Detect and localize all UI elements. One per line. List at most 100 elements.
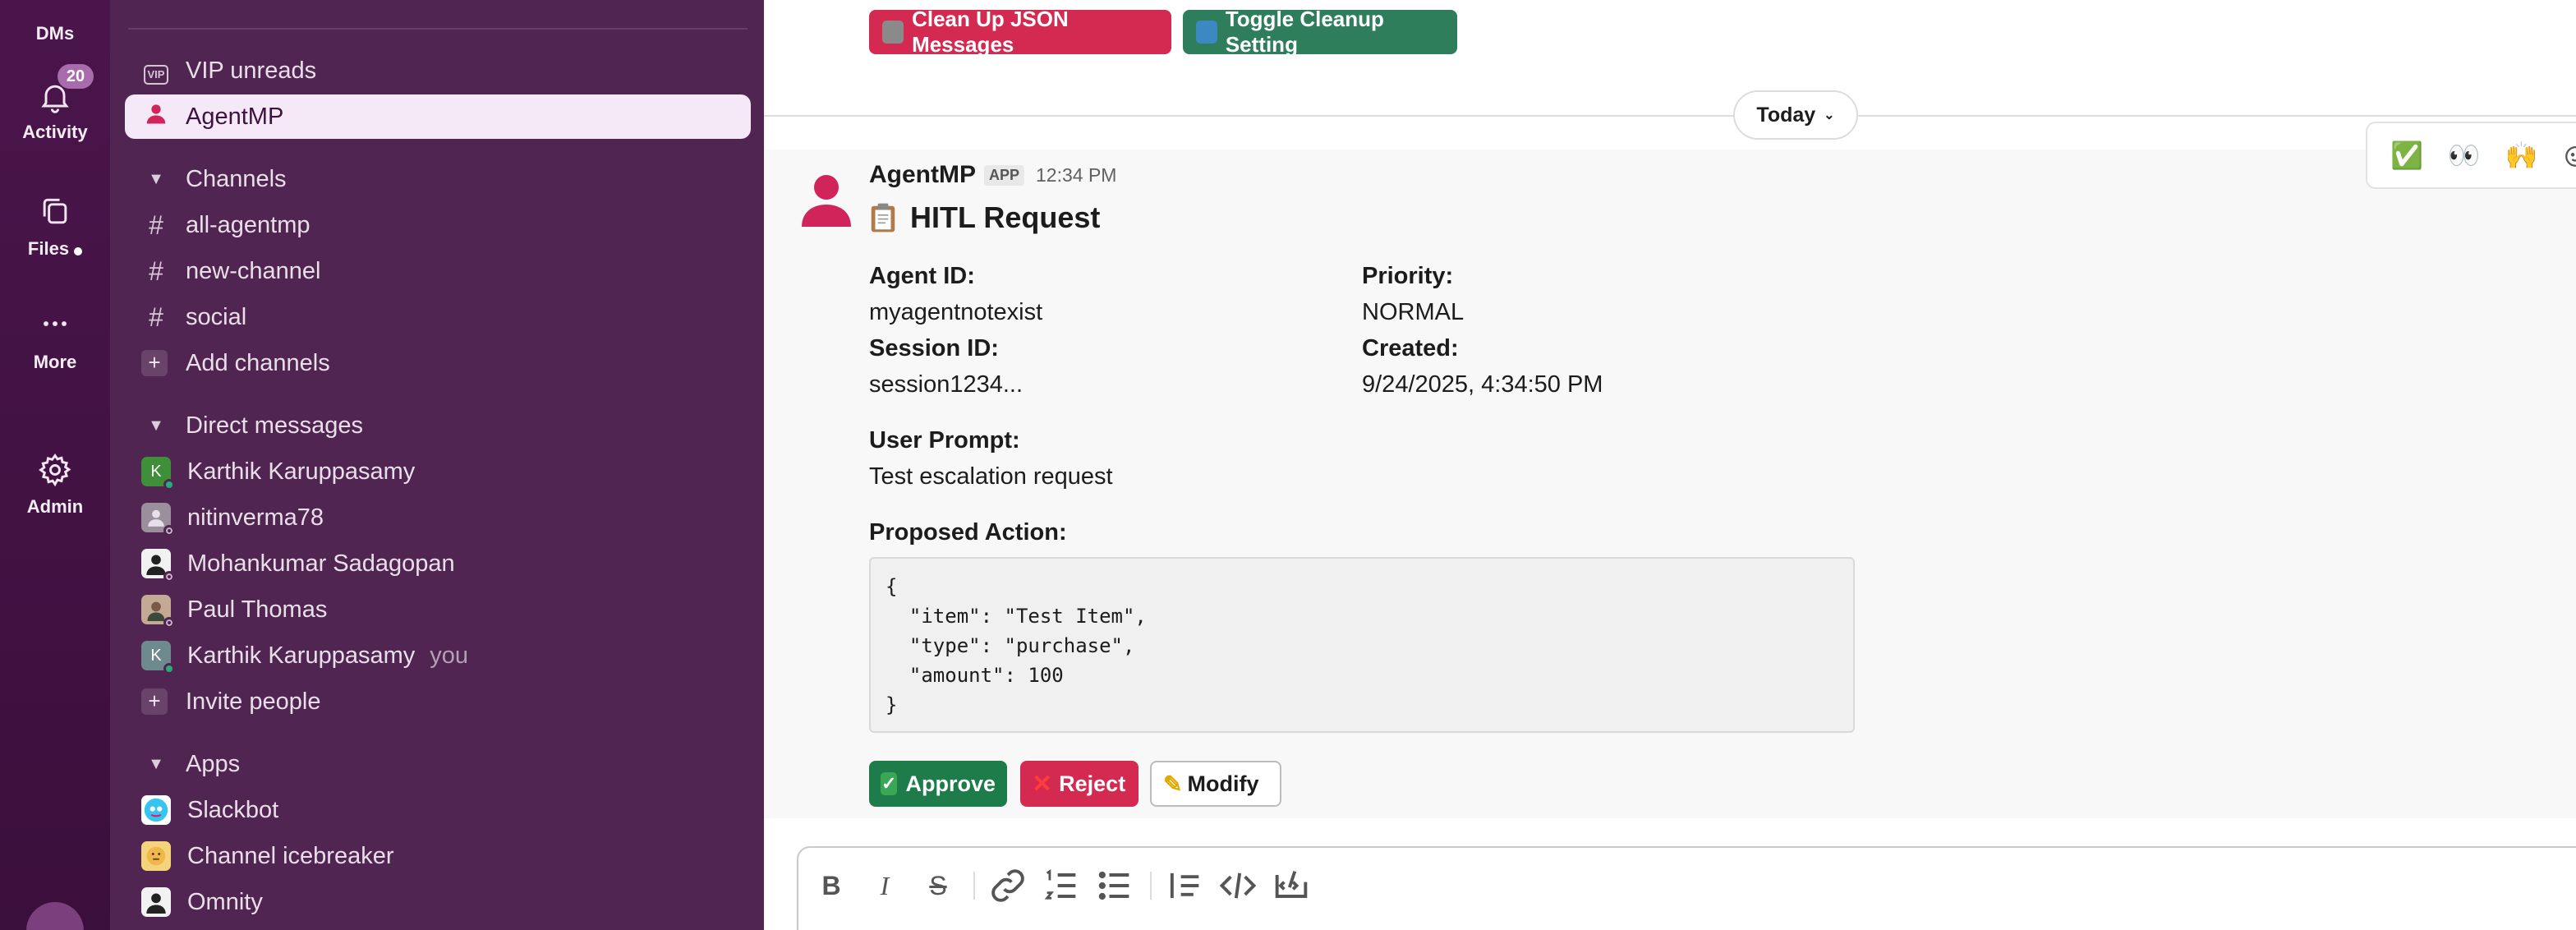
hash-icon: # bbox=[149, 256, 163, 286]
hash-icon: # bbox=[149, 209, 163, 240]
approve-button[interactable]: ✓ Approve bbox=[869, 761, 1007, 807]
avatar bbox=[141, 503, 175, 536]
reaction-eyes-icon[interactable]: 👀 bbox=[2448, 140, 2481, 171]
rail-admin[interactable]: Admin bbox=[0, 452, 110, 518]
created-label: Created: bbox=[1362, 335, 1459, 361]
reaction-check-icon[interactable]: ✅ bbox=[2390, 140, 2423, 171]
bullet-list-icon[interactable] bbox=[1093, 864, 1136, 907]
toggle-cleanup-button[interactable]: Toggle Cleanup Setting bbox=[1183, 7, 1457, 57]
dm-label: Karthik Karuppasamy bbox=[187, 642, 416, 669]
invite-people-label: Invite people bbox=[186, 688, 321, 715]
dm-label: nitinverma78 bbox=[187, 504, 324, 531]
plus-icon: + bbox=[141, 350, 168, 376]
date-divider-button[interactable]: Today ⌄ bbox=[1733, 90, 1858, 140]
bold-icon[interactable]: B bbox=[810, 864, 853, 907]
channels-header-label: Channels bbox=[186, 165, 287, 192]
channel-label: all-agentmp bbox=[186, 211, 310, 238]
date-divider-label: Today bbox=[1756, 103, 1816, 127]
hitl-title: HITL Request bbox=[910, 200, 1101, 234]
sidebar-item-dm-self[interactable]: K Karthik Karuppasamy you bbox=[125, 633, 751, 678]
strikethrough-icon[interactable]: S bbox=[917, 864, 959, 907]
rail-dms[interactable]: DMs bbox=[0, 23, 110, 44]
cross-icon: ✕ bbox=[1032, 770, 1053, 798]
sidebar-item-channel[interactable]: # all-agentmp bbox=[125, 203, 751, 247]
date-separator-line bbox=[764, 115, 2576, 117]
sidebar-item-app[interactable]: Channel icebreaker bbox=[125, 834, 751, 878]
sidebar-item-dm[interactable]: K Karthik Karuppasamy bbox=[125, 449, 751, 494]
sidebar-item-agentmp[interactable]: AgentMP bbox=[125, 94, 751, 139]
plus-icon: + bbox=[141, 688, 168, 715]
app-label: Channel icebreaker bbox=[187, 842, 394, 869]
presence-indicator bbox=[163, 525, 175, 536]
sidebar-item-dm[interactable]: nitinverma78 bbox=[125, 495, 751, 540]
rail-admin-label: Admin bbox=[26, 496, 84, 517]
apps-header-label: Apps bbox=[186, 750, 241, 777]
presence-indicator bbox=[163, 663, 175, 674]
sidebar-item-app[interactable]: Omnity bbox=[125, 880, 751, 924]
chevron-down-icon: ⌄ bbox=[1824, 108, 1835, 122]
message-composer[interactable]: B I S bbox=[797, 846, 2576, 930]
rail-activity-label: Activity bbox=[22, 122, 88, 142]
modify-button[interactable]: ✎ Modify bbox=[1150, 761, 1281, 807]
add-channels-button[interactable]: + Add channels bbox=[125, 341, 751, 385]
sidebar-item-app[interactable]: Slackbot bbox=[125, 788, 751, 832]
you-label: you bbox=[430, 642, 469, 669]
agent-id-value: myagentnotexist bbox=[869, 299, 1043, 325]
sidebar-item-dm[interactable]: Paul Thomas bbox=[125, 587, 751, 632]
sidebar-item-vip-unreads[interactable]: VIP VIP unreads bbox=[125, 48, 751, 93]
files-icon bbox=[43, 198, 67, 224]
files-unread-dot bbox=[74, 246, 83, 256]
dm-section-header[interactable]: ▼ Direct messages bbox=[125, 403, 751, 448]
italic-icon[interactable]: I bbox=[863, 864, 906, 907]
apps-section-header[interactable]: ▼ Apps bbox=[125, 742, 751, 786]
rail-files-label: Files bbox=[27, 238, 70, 259]
reject-label: Reject bbox=[1059, 771, 1126, 796]
rail-more[interactable]: More bbox=[0, 306, 110, 373]
caret-down-icon: ▼ bbox=[148, 416, 164, 435]
blockquote-icon[interactable] bbox=[1163, 864, 1206, 907]
code-icon[interactable] bbox=[1217, 864, 1259, 907]
rail-files[interactable]: Files bbox=[0, 194, 110, 260]
refresh-icon bbox=[1196, 21, 1217, 44]
dm-label: Paul Thomas bbox=[187, 596, 328, 623]
dm-label: Karthik Karuppasamy bbox=[187, 458, 416, 485]
person-icon bbox=[140, 101, 172, 132]
message-actions-toolbar: ✅ 👀 🙌 bbox=[2366, 122, 2576, 189]
icebreaker-icon bbox=[141, 841, 171, 871]
dm-label: Mohankumar Sadagopan bbox=[187, 550, 455, 577]
message-timestamp[interactable]: 12:34 PM bbox=[1036, 164, 1116, 186]
priority-value: NORMAL bbox=[1362, 299, 1465, 325]
toggle-cleanup-label: Toggle Cleanup Setting bbox=[1225, 7, 1384, 57]
bot-avatar-icon[interactable] bbox=[797, 168, 856, 227]
dm-header-label: Direct messages bbox=[186, 412, 363, 439]
sidebar-item-channel[interactable]: # social bbox=[125, 295, 751, 339]
wastebasket-icon bbox=[882, 21, 904, 44]
avatar: K bbox=[141, 641, 175, 674]
code-block-icon[interactable] bbox=[1270, 864, 1313, 907]
cleanup-json-button[interactable]: Clean Up JSON Messages bbox=[869, 7, 1171, 57]
ordered-list-icon[interactable] bbox=[1040, 864, 1083, 907]
clipboard-icon bbox=[871, 203, 895, 232]
hash-icon: # bbox=[149, 302, 163, 332]
rail-more-label: More bbox=[33, 352, 77, 372]
message-pane: Clean Up JSON Messages Toggle Cleanup Se… bbox=[764, 0, 2576, 930]
user-prompt-label: User Prompt: bbox=[869, 427, 1020, 453]
channel-label: social bbox=[186, 303, 247, 330]
sidebar-item-channel[interactable]: # new-channel bbox=[125, 249, 751, 293]
check-icon: ✓ bbox=[881, 772, 898, 795]
created-value: 9/24/2025, 4:34:50 PM bbox=[1362, 371, 1603, 398]
link-icon[interactable] bbox=[987, 864, 1029, 907]
toolbar-divider bbox=[1150, 872, 1152, 900]
message-title: HITL Request bbox=[869, 200, 1100, 235]
presence-indicator bbox=[163, 571, 175, 582]
sender-name[interactable]: AgentMP bbox=[869, 161, 976, 189]
reject-button[interactable]: ✕ Reject bbox=[1020, 761, 1138, 807]
reaction-raised-hands-icon[interactable]: 🙌 bbox=[2505, 140, 2538, 171]
avatar bbox=[141, 595, 175, 628]
sidebar-item-dm[interactable]: Mohankumar Sadagopan bbox=[125, 541, 751, 586]
channels-section-header[interactable]: ▼ Channels bbox=[125, 157, 751, 201]
invite-people-button[interactable]: + Invite people bbox=[125, 679, 751, 724]
add-reaction-icon[interactable] bbox=[2563, 141, 2576, 169]
rail-activity[interactable]: Activity bbox=[0, 79, 110, 143]
user-avatar[interactable] bbox=[26, 902, 84, 930]
